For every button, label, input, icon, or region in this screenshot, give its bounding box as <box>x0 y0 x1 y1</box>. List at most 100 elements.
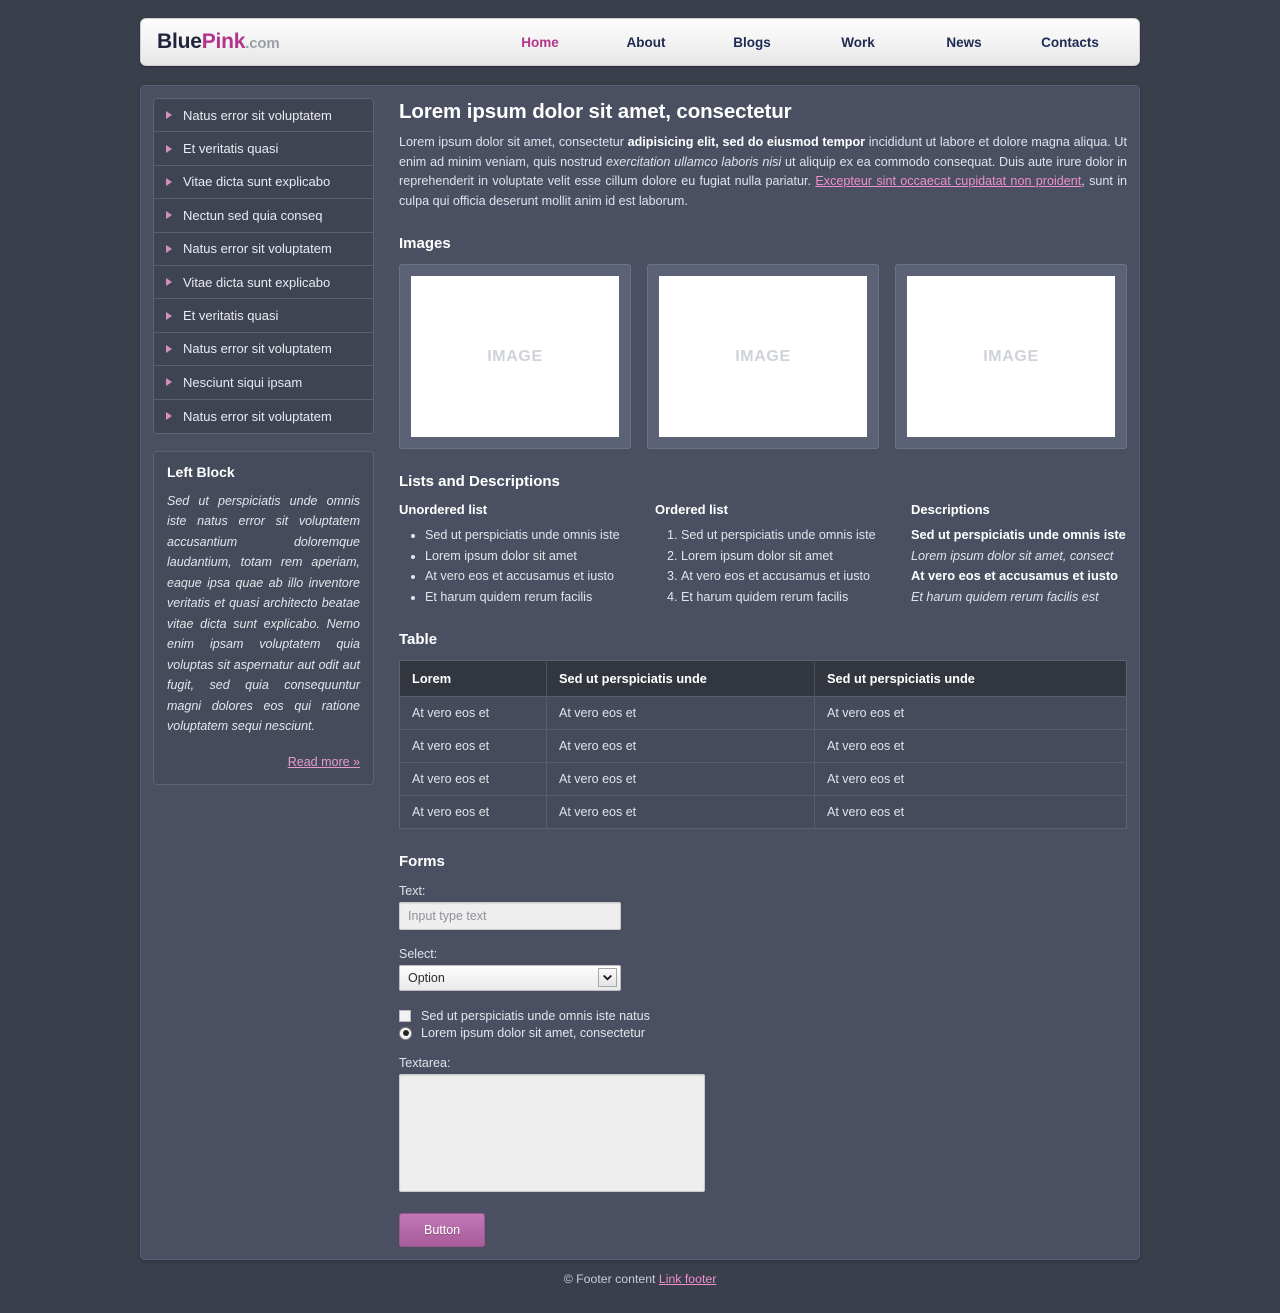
sidebar-menu-item-label: Natus error sit voluptatem <box>183 408 332 424</box>
sidebar-menu-item[interactable]: Et veritatis quasi <box>154 299 373 333</box>
table-cell: At vero eos et <box>546 696 815 730</box>
table-cell: At vero eos et <box>399 795 547 829</box>
checkbox-input[interactable] <box>399 1010 411 1022</box>
arrow-right-icon <box>166 311 172 320</box>
radio-selected-dot <box>402 1030 409 1036</box>
select-label: Select: <box>399 947 438 961</box>
radio-row[interactable]: Lorem ipsum dolor sit amet, consectetur <box>399 1026 1127 1040</box>
logo-part-blue: Blue <box>157 30 202 53</box>
nav-item-work[interactable]: Work <box>805 35 911 50</box>
unordered-list-column: Unordered list Sed ut perspiciatis unde … <box>399 502 655 607</box>
list-item: Et harum quidem rerum facilis <box>425 587 655 608</box>
ordered-list: Sed ut perspiciatis unde omnis iste Lore… <box>655 525 911 607</box>
sidebar: Natus error sit voluptatem Et veritatis … <box>153 98 374 785</box>
select-value: Option <box>408 971 445 985</box>
sidebar-menu-item-label: Vitae dicta sunt explicabo <box>183 174 331 190</box>
textarea-input[interactable] <box>399 1074 705 1192</box>
table-cell: At vero eos et <box>399 729 547 763</box>
page-title: Lorem ipsum dolor sit amet, consectetur <box>399 100 792 123</box>
left-block-title: Left Block <box>167 463 235 480</box>
nav-item-about[interactable]: About <box>593 35 699 50</box>
image-placeholder: IMAGE <box>411 276 619 437</box>
descriptions-column: Descriptions Sed ut perspiciatis unde om… <box>911 502 1127 607</box>
list-item: Sed ut perspiciatis unde omnis iste <box>681 525 911 546</box>
intro-link[interactable]: Excepteur sint occaecat cupidatat non pr… <box>815 174 1081 188</box>
read-more-link[interactable]: Read more » <box>288 755 360 769</box>
sidebar-menu-item[interactable]: Et veritatis quasi <box>154 132 373 166</box>
table-column-header: Sed ut perspiciatis unde <box>546 660 815 697</box>
main-navigation: Home About Blogs Work News Contacts <box>487 35 1123 50</box>
sidebar-menu-item-label: Natus error sit voluptatem <box>183 107 332 123</box>
sidebar-menu-item[interactable]: Nectun sed quia conseq <box>154 199 373 233</box>
forms-section: Text: Input type text Select: Option Sed… <box>399 882 1127 1247</box>
arrow-right-icon <box>166 111 172 120</box>
ordered-list-column: Ordered list Sed ut perspiciatis unde om… <box>655 502 911 607</box>
sidebar-menu-item[interactable]: Vitae dicta sunt explicabo <box>154 265 373 300</box>
site-header: BluePink.com Home About Blogs Work News … <box>140 18 1140 66</box>
sidebar-menu: Natus error sit voluptatem Et veritatis … <box>153 98 374 434</box>
unordered-list: Sed ut perspiciatis unde omnis iste Lore… <box>399 525 655 607</box>
table-cell: At vero eos et <box>814 696 1127 730</box>
ordered-list-title: Ordered list <box>655 502 728 517</box>
checkbox-row[interactable]: Sed ut perspiciatis unde omnis iste natu… <box>399 1009 1127 1023</box>
intro-text-1: Lorem ipsum dolor sit amet, consectetur <box>399 135 628 149</box>
list-item: Sed ut perspiciatis unde omnis iste <box>425 525 655 546</box>
radio-input[interactable] <box>399 1026 412 1040</box>
table-column-header: Sed ut perspiciatis unde <box>814 660 1127 697</box>
arrow-right-icon <box>166 211 172 220</box>
lists-row: Unordered list Sed ut perspiciatis unde … <box>399 502 1127 607</box>
description-definition: Et harum quidem rerum facilis est <box>911 589 1099 604</box>
table-heading: Table <box>399 631 438 648</box>
table-cell: At vero eos et <box>546 729 815 763</box>
site-logo[interactable]: BluePink.com <box>157 30 280 54</box>
footer-link[interactable]: Link footer <box>659 1272 716 1286</box>
nav-item-contacts[interactable]: Contacts <box>1017 35 1123 50</box>
text-input-label: Text: <box>399 884 426 898</box>
table-cell: At vero eos et <box>546 795 815 829</box>
sidebar-menu-item-label: Et veritatis quasi <box>183 308 279 324</box>
button-row: Button <box>399 1192 1127 1247</box>
sidebar-menu-item[interactable]: Natus error sit voluptatem <box>154 332 373 367</box>
table-column-header: Lorem <box>399 660 547 697</box>
sidebar-menu-item[interactable]: Nesciunt siqui ipsam <box>154 366 373 400</box>
checkbox-label: Sed ut perspiciatis unde omnis iste natu… <box>421 1009 650 1023</box>
sidebar-menu-item-label: Natus error sit voluptatem <box>183 241 332 257</box>
forms-heading: Forms <box>399 853 445 870</box>
nav-item-home[interactable]: Home <box>487 35 593 50</box>
description-term: At vero eos et accusamus et iusto <box>911 568 1118 583</box>
image-frame[interactable]: IMAGE <box>647 264 879 449</box>
list-item: Lorem ipsum dolor sit amet <box>425 546 655 567</box>
image-frame[interactable]: IMAGE <box>895 264 1127 449</box>
sidebar-menu-item-label: Nesciunt siqui ipsam <box>183 374 303 390</box>
left-block-more: Read more » <box>167 753 360 771</box>
nav-item-news[interactable]: News <box>911 35 1017 50</box>
sidebar-menu-item[interactable]: Natus error sit voluptatem <box>154 99 373 133</box>
intro-italic: exercitation ullamco laboris nisi <box>605 154 782 169</box>
nav-item-blogs[interactable]: Blogs <box>699 35 805 50</box>
text-input[interactable]: Input type text <box>399 902 621 930</box>
image-frame[interactable]: IMAGE <box>399 264 631 449</box>
table-cell: At vero eos et <box>814 762 1127 796</box>
sidebar-menu-item[interactable]: Natus error sit voluptatem <box>154 232 373 266</box>
text-input-placeholder: Input type text <box>408 909 487 923</box>
arrow-right-icon <box>166 244 172 253</box>
intro-paragraph: Lorem ipsum dolor sit amet, consectetur … <box>399 133 1127 211</box>
table-cell: At vero eos et <box>814 795 1127 829</box>
description-term: Sed ut perspiciatis unde omnis iste <box>911 527 1126 542</box>
select-dropdown[interactable]: Option <box>399 965 621 991</box>
table-cell: At vero eos et <box>399 762 547 796</box>
arrow-right-icon <box>166 278 172 287</box>
arrow-right-icon <box>166 344 172 353</box>
footer-text: © Footer content <box>563 1272 659 1286</box>
sidebar-menu-item[interactable]: Natus error sit voluptatem <box>154 399 373 433</box>
arrow-right-icon <box>166 378 172 387</box>
left-block: Left Block Sed ut perspiciatis unde omni… <box>153 450 374 785</box>
sidebar-menu-item[interactable]: Vitae dicta sunt explicabo <box>154 165 373 200</box>
logo-part-pink: Pink <box>201 30 246 53</box>
table-row: At vero eos et At vero eos et At vero eo… <box>399 762 1127 796</box>
intro-bold: adipisicing elit, sed do eiusmod tempor <box>627 135 866 149</box>
submit-button[interactable]: Button <box>399 1213 486 1247</box>
chevron-down-icon[interactable] <box>598 968 617 987</box>
images-heading: Images <box>399 235 451 252</box>
